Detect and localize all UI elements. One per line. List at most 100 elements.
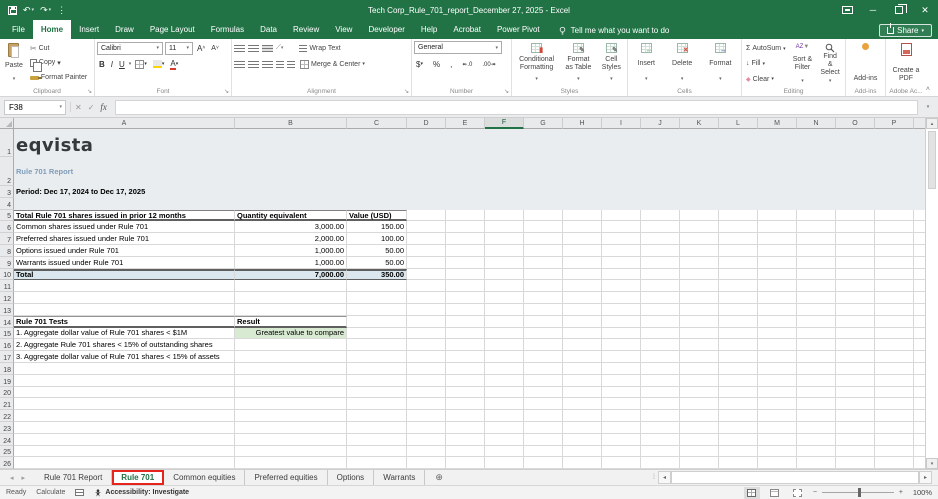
scroll-down-button[interactable]: ▾ bbox=[926, 458, 938, 469]
insert-function-button[interactable]: fx bbox=[100, 102, 107, 112]
row-header-8[interactable]: 8 bbox=[0, 244, 14, 257]
cell-C1[interactable] bbox=[347, 129, 407, 157]
row-header-4[interactable]: 4 bbox=[0, 197, 14, 210]
cell-K5[interactable] bbox=[680, 209, 719, 222]
accounting-format-button[interactable]: $ ▾ bbox=[414, 60, 425, 69]
cell-G5[interactable] bbox=[524, 209, 563, 222]
cell-H13[interactable] bbox=[563, 303, 602, 316]
cell-P1[interactable] bbox=[875, 129, 914, 157]
cell-J10[interactable] bbox=[641, 268, 680, 281]
cell-N6[interactable] bbox=[797, 221, 836, 234]
bold-button[interactable]: B bbox=[97, 60, 107, 69]
cell-C26[interactable] bbox=[347, 457, 407, 469]
select-all-corner[interactable] bbox=[0, 118, 14, 129]
cell-O16[interactable] bbox=[836, 339, 875, 352]
cell-F19[interactable] bbox=[485, 374, 524, 387]
cell-K18[interactable] bbox=[680, 362, 719, 375]
cell-H3[interactable] bbox=[563, 186, 602, 198]
sheet-tab-warrants[interactable]: Warrants bbox=[374, 470, 426, 485]
cell-N11[interactable] bbox=[797, 280, 836, 293]
cell-C22[interactable] bbox=[347, 410, 407, 422]
font-dialog-launcher[interactable]: ↘ bbox=[224, 89, 229, 95]
zoom-out-button[interactable]: − bbox=[813, 489, 817, 496]
company-logo[interactable]: eqvista bbox=[14, 129, 235, 157]
cell-B16[interactable] bbox=[235, 339, 347, 352]
copy-button[interactable]: Copy ▾ bbox=[28, 57, 89, 72]
cell-M17[interactable] bbox=[758, 351, 797, 363]
cell-O18[interactable] bbox=[836, 362, 875, 375]
display-settings-button[interactable] bbox=[834, 0, 860, 20]
cut-button[interactable]: ✂ Cut bbox=[28, 42, 89, 54]
cell-M1[interactable] bbox=[758, 129, 797, 157]
cell-A11[interactable] bbox=[14, 280, 235, 293]
cell-E19[interactable] bbox=[446, 374, 485, 387]
borders-button[interactable]: ▾ bbox=[133, 59, 149, 69]
cell-B26[interactable] bbox=[235, 457, 347, 469]
shares-usd-value[interactable]: 50.00 bbox=[347, 256, 407, 269]
clipboard-dialog-launcher[interactable]: ↘ bbox=[87, 89, 92, 95]
cell-G26[interactable] bbox=[524, 457, 563, 469]
macro-record-icon[interactable] bbox=[75, 489, 85, 496]
create-pdf-button[interactable]: Create a PDF bbox=[888, 41, 924, 85]
cell-P26[interactable] bbox=[875, 457, 914, 469]
ribbon-tab-formulas[interactable]: Formulas bbox=[203, 20, 252, 39]
cell-G3[interactable] bbox=[524, 186, 563, 198]
cell-F12[interactable] bbox=[485, 292, 524, 304]
cell-P21[interactable] bbox=[875, 398, 914, 411]
cell-M25[interactable] bbox=[758, 445, 797, 458]
cell-H18[interactable] bbox=[563, 362, 602, 375]
cell-E15[interactable] bbox=[446, 327, 485, 340]
cell-K14[interactable] bbox=[680, 315, 719, 328]
cell-G6[interactable] bbox=[524, 221, 563, 234]
cell-G11[interactable] bbox=[524, 280, 563, 293]
cell-J18[interactable] bbox=[641, 362, 680, 375]
column-header-H[interactable]: H bbox=[563, 118, 602, 129]
cell-G1[interactable] bbox=[524, 129, 563, 157]
cell-C14[interactable] bbox=[347, 315, 407, 328]
cell-J16[interactable] bbox=[641, 339, 680, 352]
orientation-button[interactable]: ⟋▾ bbox=[276, 44, 283, 52]
cell-E4[interactable] bbox=[446, 197, 485, 210]
cell-C2[interactable] bbox=[347, 157, 407, 186]
cell-E22[interactable] bbox=[446, 410, 485, 422]
shares-table-row-label[interactable]: Warrants issued under Rule 701 bbox=[14, 256, 235, 269]
cell-H24[interactable] bbox=[563, 433, 602, 446]
cell-E8[interactable] bbox=[446, 244, 485, 257]
row-header-19[interactable]: 19 bbox=[0, 374, 14, 387]
total-quantity-value[interactable]: 7,000.00 bbox=[235, 268, 347, 281]
previous-sheet-button[interactable]: ◂ bbox=[10, 474, 14, 482]
cell-B4[interactable] bbox=[235, 197, 347, 210]
cell-J11[interactable] bbox=[641, 280, 680, 293]
cell-N23[interactable] bbox=[797, 421, 836, 434]
report-title[interactable]: Rule 701 Report bbox=[14, 157, 235, 186]
cell-I19[interactable] bbox=[602, 374, 641, 387]
cell-I2[interactable] bbox=[602, 157, 641, 186]
cell-L18[interactable] bbox=[719, 362, 758, 375]
cell-F14[interactable] bbox=[485, 315, 524, 328]
font-family-select[interactable]: Calibri ▾ bbox=[97, 41, 163, 55]
cell-P16[interactable] bbox=[875, 339, 914, 352]
cell-B21[interactable] bbox=[235, 398, 347, 411]
cell-K17[interactable] bbox=[680, 351, 719, 363]
name-box-input[interactable] bbox=[5, 102, 51, 112]
cell-M10[interactable] bbox=[758, 268, 797, 281]
row-header-13[interactable]: 13 bbox=[0, 303, 14, 316]
cell-N20[interactable] bbox=[797, 386, 836, 399]
cell-J22[interactable] bbox=[641, 410, 680, 422]
cell-O10[interactable] bbox=[836, 268, 875, 281]
cell-P15[interactable] bbox=[875, 327, 914, 340]
cell-E25[interactable] bbox=[446, 445, 485, 458]
cell-L24[interactable] bbox=[719, 433, 758, 446]
cell-J17[interactable] bbox=[641, 351, 680, 363]
cell-H26[interactable] bbox=[563, 457, 602, 469]
align-center-button[interactable] bbox=[248, 60, 259, 68]
cell-M15[interactable] bbox=[758, 327, 797, 340]
column-header-D[interactable]: D bbox=[407, 118, 446, 129]
cell-I24[interactable] bbox=[602, 433, 641, 446]
cell-L14[interactable] bbox=[719, 315, 758, 328]
column-header-N[interactable]: N bbox=[797, 118, 836, 129]
cell-F4[interactable] bbox=[485, 197, 524, 210]
tests-result-header[interactable]: Result bbox=[235, 315, 347, 328]
cell-O2[interactable] bbox=[836, 157, 875, 186]
cell-K19[interactable] bbox=[680, 374, 719, 387]
